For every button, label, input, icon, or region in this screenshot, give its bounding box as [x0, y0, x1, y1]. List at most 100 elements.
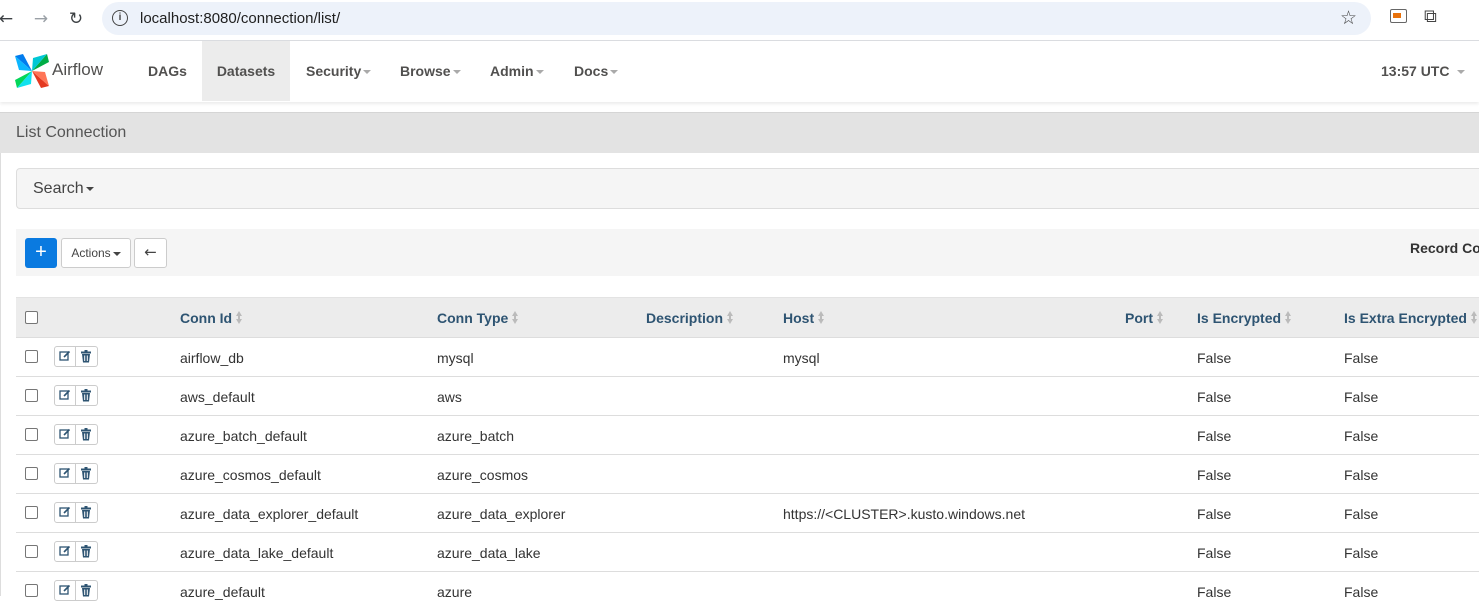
nav-docs[interactable]: Docs [574, 41, 619, 101]
cell-conn-id: airflow_db [180, 350, 244, 366]
delete-record-button[interactable] [76, 541, 98, 562]
cell-conn-type: azure_data_explorer [437, 506, 566, 522]
row-checkbox[interactable] [25, 428, 38, 441]
cell-is-encrypted: False [1197, 389, 1232, 405]
nav-security-label: Security [306, 63, 362, 79]
nav-admin[interactable]: Admin [490, 41, 544, 101]
cell-is-extra-encrypted: False [1344, 350, 1379, 366]
delete-record-button[interactable] [76, 346, 98, 367]
main-navbar: Airflow DAGs Datasets Security Browse Ad… [0, 41, 1479, 102]
site-info-icon[interactable]: i [112, 10, 128, 26]
cell-is-extra-encrypted: False [1344, 428, 1379, 444]
cell-conn-type: azure [437, 584, 473, 600]
cell-conn-id: azure_data_explorer_default [180, 506, 359, 522]
edit-record-button[interactable] [54, 580, 76, 601]
row-checkbox[interactable] [25, 350, 38, 363]
nav-docs-label: Docs [574, 63, 609, 79]
chevron-down-icon [85, 186, 94, 191]
column-header-label: Conn Id [180, 310, 233, 326]
airflow-brand[interactable]: Airflow [13, 52, 113, 90]
brand-name: Airflow [52, 60, 104, 79]
utc-clock[interactable]: 13:57 UTC [1381, 41, 1466, 101]
edit-record-button[interactable] [54, 541, 76, 562]
column-header-is-extra-encrypted[interactable]: Is Extra Encrypted [1344, 310, 1478, 326]
cell-is-extra-encrypted: False [1344, 506, 1379, 522]
cast-extension-icon[interactable] [1390, 9, 1407, 23]
add-connection-button[interactable]: + [25, 238, 57, 268]
cell-is-extra-encrypted: False [1344, 584, 1379, 600]
table-header: Conn Id Conn Type Description Host Port … [16, 297, 1479, 337]
search-panel[interactable]: Search [16, 168, 1479, 209]
cell-conn-id: azure_data_lake_default [180, 545, 334, 561]
nav-dags[interactable]: DAGs [148, 41, 187, 101]
table-row: airflow_db mysql mysql False False [16, 337, 1479, 376]
actions-dropdown[interactable]: Actions [61, 238, 131, 268]
chevron-down-icon [452, 70, 461, 75]
delete-record-button[interactable] [76, 502, 98, 523]
edit-record-button[interactable] [54, 424, 76, 445]
extensions-puzzle-icon[interactable]: ⧉ [1424, 6, 1437, 27]
edit-record-button[interactable] [54, 346, 76, 367]
reload-icon[interactable]: ↻ [64, 7, 88, 31]
cell-is-encrypted: False [1197, 545, 1232, 561]
chevron-down-icon [1457, 70, 1466, 75]
cell-is-encrypted: False [1197, 584, 1232, 600]
delete-record-button[interactable] [76, 580, 98, 601]
cell-is-extra-encrypted: False [1344, 545, 1379, 561]
delete-record-button[interactable] [76, 385, 98, 406]
nav-browse[interactable]: Browse [400, 41, 461, 101]
column-header-description[interactable]: Description [646, 310, 734, 326]
address-bar[interactable]: i localhost:8080/connection/list/ ☆ [102, 2, 1371, 35]
chevron-down-icon [112, 251, 121, 256]
column-header-label: Port [1125, 310, 1153, 326]
row-checkbox[interactable] [25, 506, 38, 519]
cell-host: mysql [783, 350, 820, 366]
forward-arrow-icon[interactable]: → [29, 7, 53, 31]
column-header-is-encrypted[interactable]: Is Encrypted [1197, 310, 1292, 326]
table-row: aws_default aws False False [16, 376, 1479, 415]
cell-is-encrypted: False [1197, 428, 1232, 444]
row-checkbox[interactable] [25, 584, 38, 597]
cell-conn-id: aws_default [180, 389, 255, 405]
delete-record-button[interactable] [76, 424, 98, 445]
cell-is-encrypted: False [1197, 467, 1232, 483]
nav-datasets[interactable]: Datasets [202, 41, 290, 101]
sort-icon [511, 311, 519, 325]
edit-record-button[interactable] [54, 463, 76, 484]
row-checkbox[interactable] [25, 467, 38, 480]
cell-conn-id: azure_cosmos_default [180, 467, 321, 483]
table-row: azure_default azure False False [16, 571, 1479, 610]
column-header-port[interactable]: Port [1125, 310, 1164, 326]
column-header-label: Host [783, 310, 815, 326]
edit-record-button[interactable] [54, 502, 76, 523]
back-button[interactable]: ← [134, 238, 167, 268]
sort-icon [1470, 311, 1478, 325]
cell-conn-id: azure_batch_default [180, 428, 307, 444]
back-arrow-icon[interactable]: ← [0, 7, 18, 31]
cell-is-extra-encrypted: False [1344, 389, 1379, 405]
cell-conn-id: azure_default [180, 584, 265, 600]
url-text[interactable]: localhost:8080/connection/list/ [140, 10, 340, 27]
column-header-label: Is Encrypted [1197, 310, 1282, 326]
table-row: azure_data_explorer_default azure_data_ex… [16, 493, 1479, 532]
sort-icon [1156, 311, 1164, 325]
column-header-conn-id[interactable]: Conn Id [180, 310, 243, 326]
cell-conn-type: azure_batch [437, 428, 515, 444]
delete-record-button[interactable] [76, 463, 98, 484]
search-toggle[interactable]: Search [33, 180, 94, 198]
nav-admin-label: Admin [490, 63, 534, 79]
row-checkbox[interactable] [25, 545, 38, 558]
nav-security[interactable]: Security [306, 41, 372, 101]
column-header-host[interactable]: Host [783, 310, 825, 326]
select-all-checkbox[interactable] [25, 311, 38, 324]
column-header-conn-type[interactable]: Conn Type [437, 310, 519, 326]
edit-record-button[interactable] [54, 385, 76, 406]
cell-conn-type: azure_cosmos [437, 467, 529, 483]
nav-dags-label: DAGs [148, 63, 187, 79]
record-count: Record Co [1410, 240, 1479, 256]
bookmark-star-icon[interactable]: ☆ [1340, 7, 1357, 29]
table-row: azure_data_lake_default azure_data_lake Fa… [16, 532, 1479, 571]
column-header-label: Conn Type [437, 310, 509, 326]
row-checkbox[interactable] [25, 389, 38, 402]
chevron-down-icon [610, 70, 619, 75]
